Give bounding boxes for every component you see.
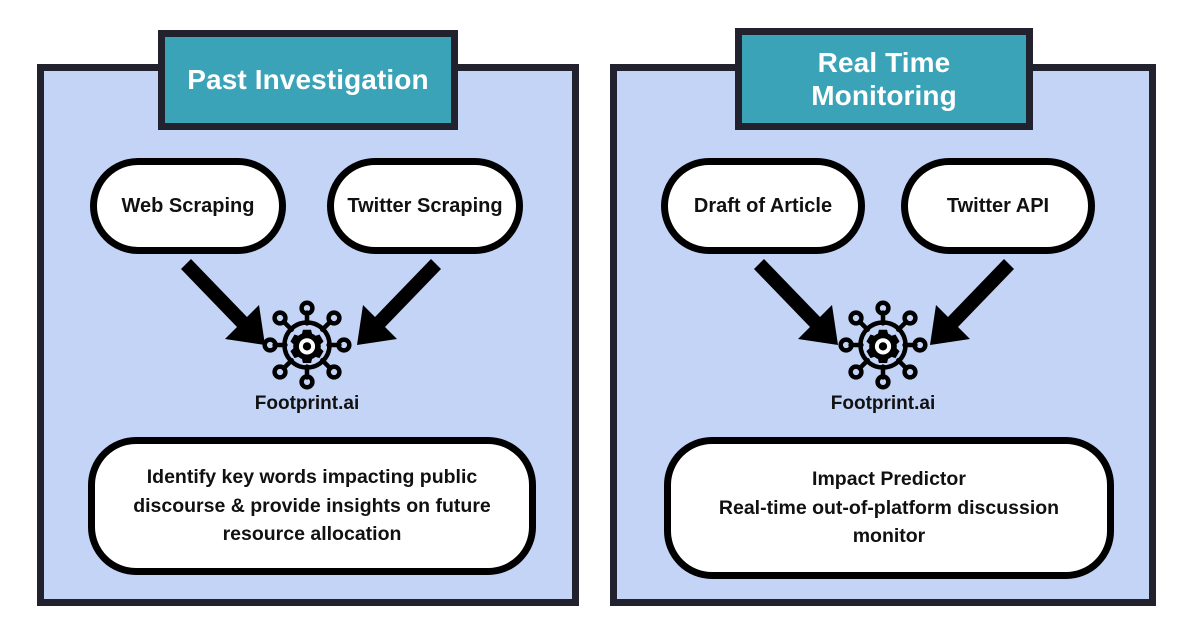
panel-header-label: Real Time Monitoring (811, 46, 957, 111)
hub-caption-label: Footprint.ai (254, 393, 360, 414)
source-node-label: Twitter Scraping (347, 194, 503, 217)
panel-header-real-time-monitoring: Real Time Monitoring (735, 28, 1033, 130)
source-node-label: Web Scraping (121, 194, 255, 217)
arrow-twitter-api-to-hub (930, 259, 1014, 345)
arrow-twitter-scraping-to-hub (357, 259, 441, 345)
outcome-node-real-time-monitoring[interactable]: Impact Predictor Real-time out-of-platfo… (664, 437, 1114, 579)
arrow-draft-of-article-to-hub (754, 259, 838, 345)
outcome-node-label: Impact Predictor Real-time out-of-platfo… (718, 467, 1060, 548)
diagram-canvas: Past Investigation Web Scraping Twitter … (0, 0, 1202, 630)
source-node-draft-of-article[interactable]: Draft of Article (661, 158, 865, 254)
source-node-twitter-api[interactable]: Twitter API (901, 158, 1095, 254)
outcome-node-label: Identify key words impacting public disc… (133, 465, 491, 546)
hub-caption-label: Footprint.ai (830, 393, 936, 414)
source-node-twitter-scraping[interactable]: Twitter Scraping (327, 158, 523, 254)
panel-header-label: Past Investigation (187, 64, 429, 96)
panel-header-past-investigation: Past Investigation (158, 30, 458, 130)
outcome-node-past-investigation[interactable]: Identify key words impacting public disc… (88, 437, 536, 575)
gear-network-icon (262, 300, 352, 390)
source-node-label: Twitter API (946, 194, 1050, 217)
source-node-web-scraping[interactable]: Web Scraping (90, 158, 286, 254)
source-node-label: Draft of Article (693, 194, 833, 217)
gear-network-icon (838, 300, 928, 390)
hub-caption-real-time-monitoring: Footprint.ai (763, 393, 1003, 415)
hub-caption-past-investigation: Footprint.ai (187, 393, 427, 415)
